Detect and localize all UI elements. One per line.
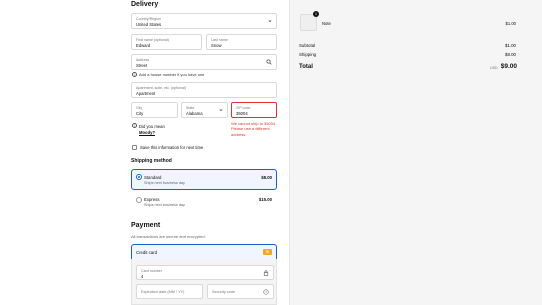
security-code-placeholder: Security code: [212, 290, 236, 294]
express-price: $15.00: [258, 197, 272, 202]
first-name-label: First name (optional): [136, 38, 169, 42]
shipping-option-standard[interactable]: Standard Ships next business day $8.00: [131, 169, 277, 190]
country-select[interactable]: Country/Region United States: [131, 13, 277, 29]
shipping-method-heading: Shipping method: [131, 158, 172, 164]
apartment-value: Apartment: [136, 91, 156, 96]
info-icon: i: [132, 72, 137, 77]
subtotal-value: $1.00: [505, 43, 516, 48]
city-label: City: [136, 106, 143, 110]
security-code-field[interactable]: Security code ?: [207, 284, 274, 299]
shipping-option-express[interactable]: Express Ships next business day $15.00: [131, 191, 277, 212]
house-number-hint: Add a house number if you have one: [139, 72, 205, 77]
search-icon[interactable]: [266, 59, 272, 65]
country-label: Country/Region: [136, 17, 161, 21]
payment-heading: Payment: [131, 222, 161, 229]
apartment-field[interactable]: Apartment, suite, etc. (optional) Apartm…: [131, 82, 277, 98]
city-field[interactable]: City City: [131, 102, 178, 118]
apartment-label: Apartment, suite, etc. (optional): [136, 86, 186, 90]
first-name-field[interactable]: First name (optional) Edward: [131, 34, 202, 50]
expiration-placeholder: Expiration date (MM / YY): [141, 290, 185, 294]
product-name: Note: [322, 21, 331, 26]
express-name: Express: [144, 197, 160, 202]
express-radio[interactable]: [136, 197, 142, 203]
last-name-field[interactable]: Last name Snow: [206, 34, 277, 50]
address-label: Address: [136, 58, 150, 62]
state-value: Alabama: [186, 111, 203, 116]
address-field[interactable]: Address Street: [131, 54, 277, 70]
did-you-mean-text: Did you mean: [139, 124, 165, 129]
last-name-label: Last name: [211, 38, 228, 42]
save-info-checkbox[interactable]: [132, 145, 137, 150]
address-suggestion-link[interactable]: Moody?: [139, 130, 155, 135]
chevron-down-icon: [219, 109, 223, 112]
card-number-label: Card number: [141, 269, 162, 273]
product-price: $1.00: [505, 21, 516, 26]
shipping-label: Shipping: [299, 52, 317, 57]
delivery-heading: Delivery: [131, 1, 159, 8]
card-brand-icon: B: [263, 249, 272, 255]
standard-radio[interactable]: [136, 174, 142, 180]
credit-card-label: Credit card: [136, 250, 158, 255]
subtotal-label: Subtotal: [299, 43, 316, 48]
standard-desc: Ships next business day: [144, 181, 185, 185]
express-desc: Ships next business day: [144, 203, 185, 207]
svg-text:?: ?: [265, 290, 267, 294]
info-icon: i: [132, 123, 137, 128]
last-name-value: Snow: [211, 43, 222, 48]
help-icon[interactable]: ?: [263, 289, 269, 295]
city-value: City: [136, 111, 144, 116]
lock-icon: [263, 270, 269, 276]
credit-card-option[interactable]: Credit card B: [131, 244, 277, 260]
credit-card-form: Card number 4 Expiration date (MM / YY) …: [131, 259, 277, 305]
checkout-form: Delivery Country/Region United States Fi…: [0, 0, 289, 305]
standard-name: Standard: [144, 175, 162, 180]
chevron-down-icon: [268, 20, 272, 23]
payment-subtitle: All transactions are secure and encrypte…: [131, 234, 206, 239]
total-label: Total: [299, 64, 313, 70]
address-value: Street: [136, 63, 148, 68]
state-label: State: [186, 106, 195, 110]
zip-field[interactable]: ZIP code 35004: [231, 102, 277, 118]
country-value: United States: [136, 22, 162, 27]
currency-code: USD: [490, 66, 498, 70]
card-number-value: 4: [141, 274, 144, 279]
standard-price: $8.00: [261, 175, 272, 180]
zip-label: ZIP code: [236, 106, 251, 110]
zip-error-message: We cannot ship to 35004. Please use a di…: [231, 121, 277, 137]
first-name-value: Edward: [136, 43, 151, 48]
shipping-value: $8.00: [505, 52, 516, 57]
total-value: $9.00: [500, 63, 517, 70]
state-select[interactable]: State Alabama: [181, 102, 228, 118]
zip-value: 35004: [236, 111, 248, 116]
card-number-field[interactable]: Card number 4: [136, 265, 274, 280]
save-info-label: Save this information for next time: [140, 145, 204, 150]
expiration-field[interactable]: Expiration date (MM / YY): [136, 284, 203, 299]
quantity-badge: 1: [313, 11, 319, 17]
